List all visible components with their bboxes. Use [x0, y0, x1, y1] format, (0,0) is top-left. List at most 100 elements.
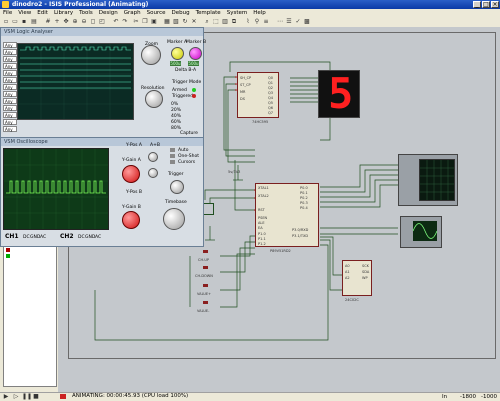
y-pos-b-label: Y-Pos B — [126, 190, 143, 195]
supply-label: 5v/3V3 — [228, 170, 241, 174]
sr-pin-label: DS — [240, 97, 245, 101]
logic-analyser-title: VSM Logic Analyser — [1, 28, 203, 36]
marker-b-label: Marker B — [186, 40, 207, 45]
sr-pin-label: Q4 — [268, 96, 273, 100]
shift-register-chip[interactable]: SH_CP ST_CP MR DS Q0 Q1 Q2 Q3 Q4 Q5 Q6 Q… — [237, 72, 279, 118]
channel-select[interactable]: Any — [3, 42, 17, 48]
mcu-pin-label: XTAL2 — [258, 194, 269, 198]
sine-wave — [412, 223, 438, 239]
mcu-pin-label: P0.4 — [300, 206, 308, 210]
microcontroller-ref: P89V51RD2 — [270, 249, 291, 253]
position-knob[interactable] — [148, 168, 158, 178]
channel-select[interactable]: Any — [3, 77, 17, 83]
y-gain-b-knob[interactable] — [122, 211, 140, 229]
eeprom-pin-label: A1 — [345, 270, 350, 274]
mcu-pin-label: P0.2 — [300, 196, 308, 200]
button-label: VALUE- — [197, 309, 210, 313]
y-pos-a-knob[interactable] — [148, 152, 158, 162]
armed-led — [192, 88, 196, 92]
channel-select[interactable]: Any — [3, 112, 17, 118]
delta-label: Delta B-A — [175, 68, 197, 73]
button-value-minus[interactable] — [203, 301, 208, 304]
timebase-knob[interactable] — [163, 208, 185, 230]
zoom-label: Zoom — [145, 42, 158, 47]
y-pos-a-label: Y-Pos A — [126, 143, 142, 148]
couple-label: GND — [30, 235, 41, 240]
sr-pin-label: Q6 — [268, 106, 273, 110]
oscilloscope-title: VSM Oscilloscope — [1, 138, 203, 146]
y-gain-a-knob[interactable] — [122, 165, 140, 183]
eeprom-pin-label: WP — [362, 276, 368, 280]
y-gain-b-label: Y-Gain B — [122, 205, 141, 210]
seven-segment-display[interactable]: 5 — [318, 70, 360, 118]
eeprom-pin-label: SCK — [362, 264, 369, 268]
mcu-pin-label: P3.1/TXD — [292, 234, 309, 238]
capture-label: Capture — [180, 131, 198, 136]
zoom-knob[interactable] — [141, 45, 161, 65]
channel-select[interactable]: Any — [3, 119, 17, 125]
mcu-pin-label: EA — [258, 226, 263, 230]
auto-toggle[interactable] — [170, 148, 175, 152]
trigger-knob[interactable] — [170, 180, 184, 194]
button-ch-down[interactable] — [203, 266, 208, 269]
mcu-pin-label: PSEN — [258, 216, 268, 220]
channel-select[interactable]: Any — [3, 56, 17, 62]
error-indicator — [60, 394, 66, 399]
position-label: 20% — [171, 108, 182, 113]
position-label: 0% — [171, 102, 179, 107]
logic-analyser-display — [17, 43, 134, 120]
one-shot-toggle[interactable] — [170, 154, 175, 158]
osc-symbol-screen — [412, 221, 438, 241]
button-value-plus[interactable] — [203, 284, 208, 287]
oscilloscope-symbol[interactable] — [400, 216, 442, 248]
channel-select[interactable]: Any — [3, 49, 17, 55]
triggered-led — [192, 94, 196, 98]
channel-select[interactable]: Any — [3, 105, 17, 111]
trigger-mode-label: Trigger Mode — [172, 80, 202, 85]
logic-traces — [18, 44, 133, 119]
trigger-label: Trigger — [168, 172, 184, 177]
mcu-pin-label: P1.0 — [258, 232, 266, 236]
ch2-label: CH2 — [60, 233, 74, 240]
lcd-grid — [420, 160, 454, 200]
channel-select[interactable]: Any — [3, 126, 17, 132]
sr-pin-label: Q0 — [268, 76, 273, 80]
mcu-pin-label: XTAL1 — [258, 186, 269, 190]
microcontroller-chip[interactable]: XTAL1 XTAL2 RST PSEN ALE EA P1.0 P1.1 P1… — [255, 183, 319, 247]
marker-a-knob[interactable] — [171, 47, 184, 60]
eeprom-chip[interactable]: A0 A1 A2 SCK SDA WP — [342, 260, 372, 296]
mcu-pin-label: ALE — [258, 221, 265, 225]
cursors-toggle[interactable] — [170, 160, 175, 164]
sr-pin-label: Q1 — [268, 81, 273, 85]
eeprom-pin-label: A2 — [345, 276, 350, 280]
resolution-knob[interactable] — [145, 90, 163, 108]
oscilloscope-display — [3, 148, 109, 230]
couple-label: AC — [40, 235, 47, 240]
y-gain-a-label: Y-Gain A — [122, 158, 141, 163]
channel-select[interactable]: Any — [3, 98, 17, 104]
eeprom-pin-label: A0 — [345, 264, 350, 268]
couple-label: DC — [23, 235, 30, 240]
button-ch-up[interactable] — [203, 250, 208, 253]
status-text: ANIMATING: 00:00:45.93 (CPU load 100%) — [72, 393, 189, 399]
mode-label: Cursors — [178, 160, 196, 165]
eeprom-pin-label: SDA — [362, 270, 370, 274]
channel-select[interactable]: Any — [3, 63, 17, 69]
channel-select[interactable]: Any — [3, 84, 17, 90]
position-label: 40% — [171, 114, 182, 119]
channel-select[interactable]: Any — [3, 91, 17, 97]
marker-b-knob[interactable] — [189, 47, 202, 60]
channel-select[interactable]: Any — [3, 70, 17, 76]
sr-pin-label: SH_CP — [240, 76, 252, 80]
shift-register-ref: 74HC595 — [252, 120, 269, 124]
button-label: VALUE+ — [197, 292, 212, 296]
seven-segment-digit: 5 — [328, 69, 354, 118]
sr-pin-label: ST_CP — [240, 83, 251, 87]
armed-label: Armed — [172, 88, 187, 93]
button-label: CH-DOWN — [195, 274, 213, 278]
sr-pin-label: MR — [240, 90, 246, 94]
mcu-pin-label: P1.1 — [258, 237, 266, 241]
sr-pin-label: Q5 — [268, 101, 273, 105]
graphic-lcd[interactable] — [398, 154, 458, 206]
marker-b-value: 500u — [188, 61, 199, 66]
